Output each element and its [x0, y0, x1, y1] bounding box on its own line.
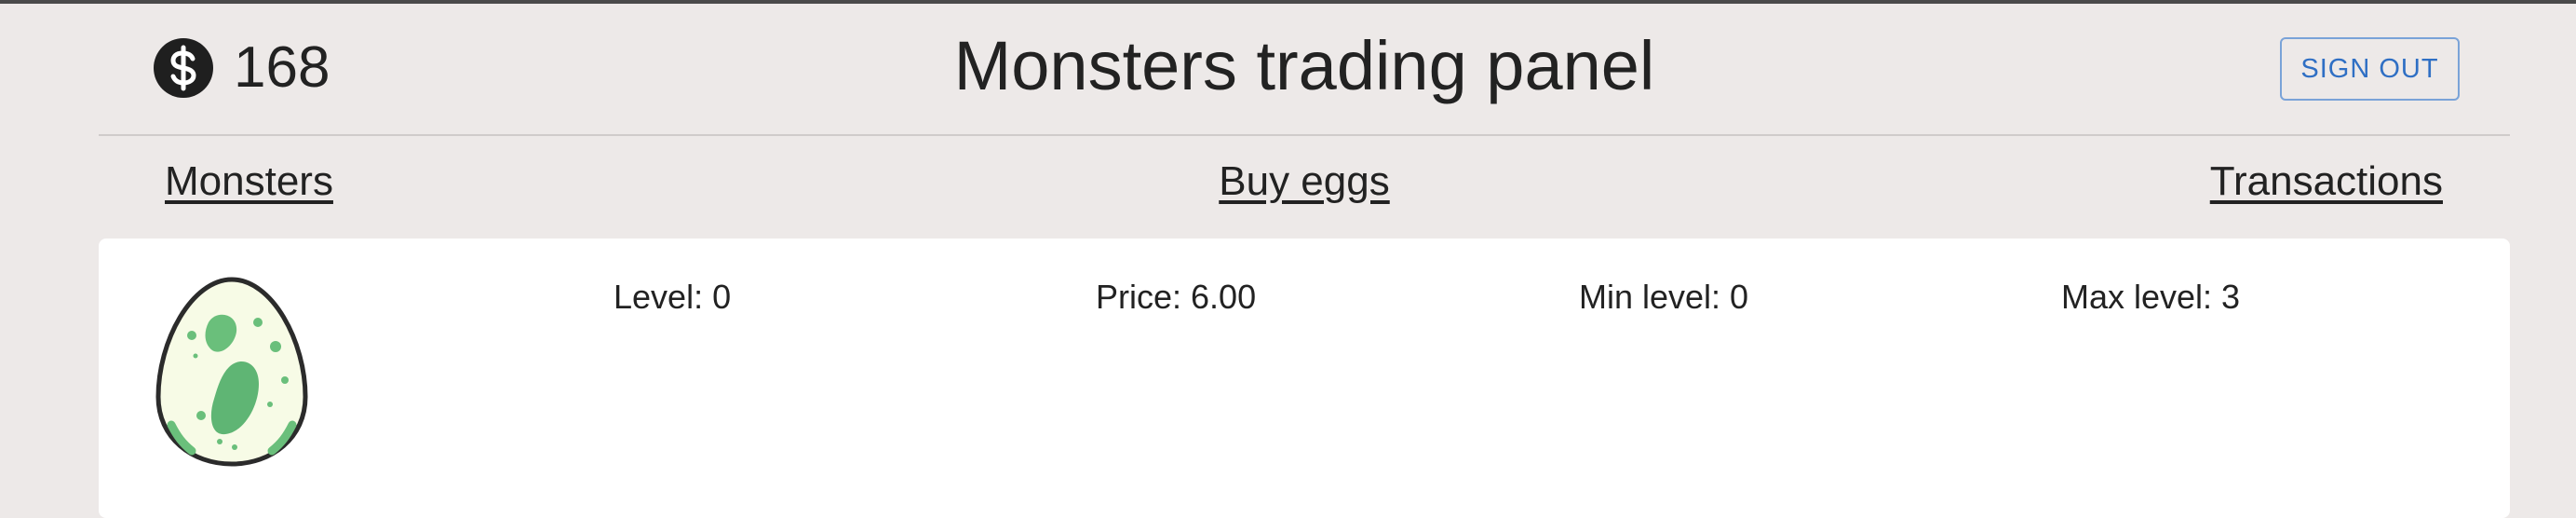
egg-min-level: Min level: 0	[1579, 278, 1749, 316]
egg-card[interactable]: Level: 0 Price: 6.00 Min level: 0 Max le…	[99, 239, 2510, 518]
sign-out-button[interactable]: SIGN OUT	[2280, 37, 2460, 101]
egg-level: Level: 0	[614, 278, 732, 316]
main-nav: Monsters Buy eggs Transactions	[99, 158, 2510, 214]
nav-link-transactions[interactable]: Transactions	[2210, 158, 2443, 205]
dollar-coin-icon	[154, 38, 213, 98]
nav-link-buy-eggs[interactable]: Buy eggs	[1219, 158, 1389, 204]
nav-link-buy-eggs-wrapper: Buy eggs	[99, 158, 2510, 205]
egg-icon	[155, 277, 308, 467]
egg-max-level: Max level: 3	[2061, 278, 2241, 316]
header: 168 Monsters trading panel SIGN OUT	[99, 4, 2510, 136]
egg-price: Price: 6.00	[1096, 278, 1257, 316]
balance-display: 168	[154, 35, 330, 101]
page-title: Monsters trading panel	[953, 27, 1655, 104]
balance-value: 168	[234, 35, 330, 100]
